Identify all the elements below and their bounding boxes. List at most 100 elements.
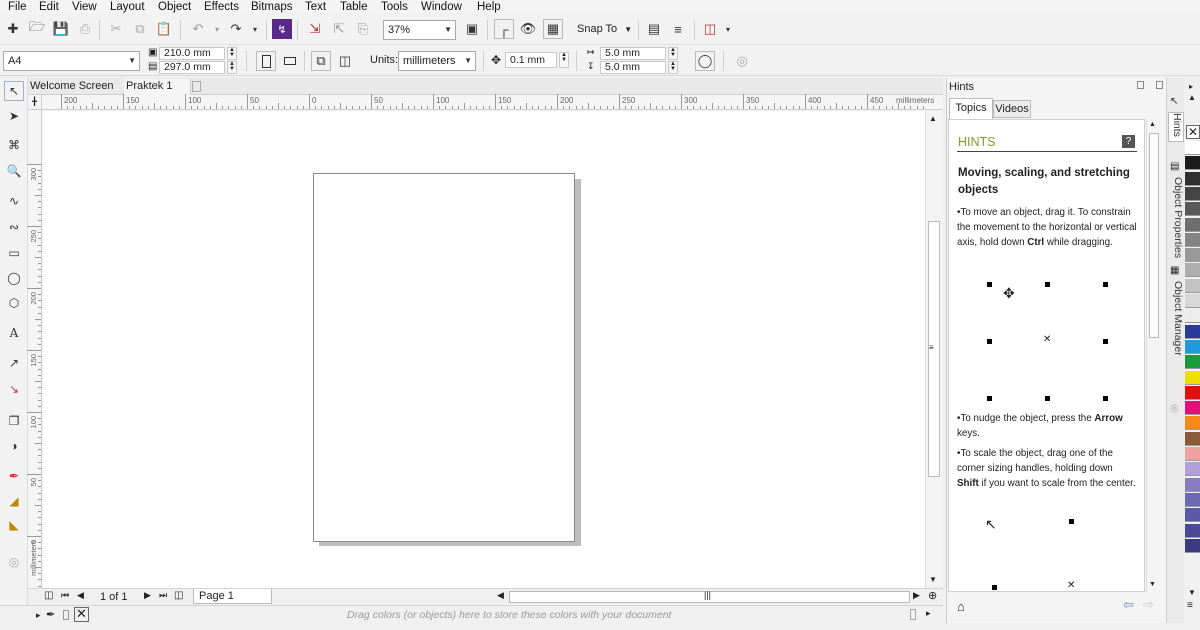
scroll-down-icon[interactable]: ▼ — [929, 575, 937, 584]
hints-back-icon[interactable]: ⇦ — [1123, 597, 1134, 613]
scroll-up-icon[interactable]: ▲ — [929, 114, 937, 123]
color-swatch[interactable] — [1185, 278, 1200, 293]
units-combo[interactable]: millimeters ▼ — [398, 51, 476, 71]
color-swatch[interactable] — [1185, 186, 1200, 201]
polygon-tool-icon[interactable]: ⬡ — [4, 293, 24, 313]
color-swatch[interactable] — [1185, 416, 1200, 431]
color-swatch[interactable] — [1185, 156, 1200, 171]
view-options-icon[interactable]: 👁 — [518, 19, 538, 39]
text-tool-icon[interactable]: A — [4, 323, 24, 343]
color-swatch[interactable] — [1185, 339, 1200, 354]
nudge-spinner[interactable]: ▲ ▼ — [559, 52, 569, 68]
snap-to-button[interactable]: Snap To ▼ — [577, 23, 632, 35]
zoom-fit-icon[interactable]: ▣ — [462, 19, 482, 39]
page-height-field[interactable]: 297.0 mm — [159, 61, 225, 74]
print-icon[interactable]: ⎙ — [75, 19, 95, 39]
hints-forward-icon[interactable]: ⇨ — [1143, 597, 1154, 613]
nudge-distance-field[interactable]: 0.1 mm — [505, 52, 557, 68]
color-swatch[interactable] — [1185, 523, 1200, 538]
no-color-swatch[interactable]: ✕ — [74, 607, 89, 622]
color-swatch[interactable] — [1185, 508, 1200, 523]
palette-scroll-left[interactable] — [910, 609, 916, 620]
scroll-up-icon[interactable]: ▲ — [1149, 121, 1156, 128]
horizontal-ruler[interactable]: 200 150 100 50 0 50 100 150 200 250 300 350 400 450 mi… — [42, 94, 942, 110]
navigator-zoom-icon[interactable]: ⊕ — [928, 589, 937, 602]
vertical-scrollbar[interactable]: ▲ ≡ ▼ — [925, 111, 942, 588]
paste-icon[interactable]: 📋 — [154, 19, 174, 39]
menu-tools[interactable]: Tools — [381, 0, 408, 14]
first-page-icon[interactable]: ⏮ — [61, 590, 69, 601]
vertical-ruler[interactable]: 300 250 200 150 100 50 0 millimeters — [27, 110, 42, 593]
color-swatch[interactable] — [1185, 538, 1200, 553]
color-swatch[interactable] — [1185, 431, 1200, 446]
connector-tool-icon[interactable]: ↘ — [4, 379, 24, 399]
transparency-tool-icon[interactable]: ◑ — [4, 436, 24, 456]
shape-tool-icon[interactable]: ➤ — [4, 106, 24, 126]
drop-shadow-tool-icon[interactable]: ❐ — [4, 411, 24, 431]
hints-home-icon[interactable]: ⌂ — [957, 599, 965, 614]
palette-flyout-icon[interactable]: ▸ — [1189, 82, 1193, 91]
menu-effects[interactable]: Effects — [204, 0, 239, 14]
undo-icon[interactable]: ↶ — [188, 19, 208, 39]
menu-view[interactable]: View — [72, 0, 97, 14]
new-document-icon[interactable]: ✚ — [3, 19, 23, 39]
docker-options-icon[interactable]: ◎ — [1170, 403, 1179, 414]
no-fill-swatch[interactable]: ✕ — [1186, 125, 1200, 139]
color-swatch[interactable] — [1185, 324, 1200, 339]
snap-grid-icon[interactable]: ▦ — [543, 19, 563, 39]
open-folder-icon[interactable]: 🗁 — [27, 19, 47, 39]
color-swatch[interactable] — [1185, 263, 1200, 278]
paper-size-combo[interactable]: A4 ▼ — [3, 51, 140, 71]
palette-edit-icon[interactable] — [63, 610, 69, 620]
menu-bitmaps[interactable]: Bitmaps — [251, 0, 293, 14]
color-swatch[interactable] — [1185, 462, 1200, 477]
color-swatch[interactable] — [1185, 294, 1200, 308]
docker-tab-object-manager[interactable]: Object Manager — [1168, 281, 1184, 373]
tab-topics[interactable]: Topics — [949, 98, 993, 119]
rulers-toggle-icon[interactable]: ┌ — [494, 19, 514, 39]
property-bar-options-icon[interactable]: ◎ — [732, 51, 752, 71]
docker-maximize-icon[interactable] — [1156, 81, 1163, 89]
welcome-screen-icon[interactable]: ▤ — [644, 19, 664, 39]
redo-icon[interactable]: ↷ — [226, 19, 246, 39]
palette-scroll-down-icon[interactable]: ▼ — [1188, 588, 1196, 597]
new-tab-icon[interactable] — [192, 81, 201, 92]
next-page-icon[interactable]: ▶ — [144, 590, 151, 601]
menu-layout[interactable]: Layout — [110, 0, 145, 14]
duplicate-y-field[interactable]: 5.0 mm — [600, 61, 666, 74]
smart-drawing-tool-icon[interactable]: ∾ — [4, 217, 24, 237]
menu-help[interactable]: Help — [477, 0, 501, 14]
pick-tool-icon[interactable]: ↖ — [4, 81, 24, 101]
menu-table[interactable]: Table — [340, 0, 368, 14]
color-swatch[interactable] — [1185, 492, 1200, 507]
menu-edit[interactable]: Edit — [39, 0, 59, 14]
parallel-dimension-tool-icon[interactable]: ↗ — [4, 353, 24, 373]
color-swatch[interactable] — [1185, 141, 1200, 155]
corel-connect-icon[interactable]: ↯ — [272, 19, 292, 39]
treat-as-filled-icon[interactable]: ◯ — [695, 51, 715, 71]
palette-scroll-up-icon[interactable]: ▲ — [1188, 93, 1196, 102]
launcher-dropdown-icon[interactable]: ▾ — [718, 19, 738, 39]
publish-pdf-icon[interactable]: ⎘ — [353, 19, 373, 39]
freehand-tool-icon[interactable]: ∿ — [4, 191, 24, 211]
scroll-right-icon[interactable]: ▶ — [913, 590, 920, 601]
docker-tab-hints[interactable]: Hints — [1168, 112, 1184, 142]
color-swatch[interactable] — [1185, 232, 1200, 247]
smart-fill-tool-icon[interactable]: ◣ — [4, 515, 24, 535]
eyedropper-tool-icon[interactable]: ✒ — [4, 466, 24, 486]
landscape-icon[interactable] — [280, 51, 300, 71]
menu-window[interactable]: Window — [421, 0, 462, 14]
all-pages-icon[interactable]: ⧉ — [311, 51, 331, 71]
drawing-page[interactable] — [313, 173, 575, 542]
redo-dropdown-icon[interactable]: ▾ — [245, 19, 265, 39]
hints-scrollbar[interactable]: ▲ ▼ — [1146, 119, 1160, 592]
color-swatch[interactable] — [1185, 385, 1200, 400]
palette-flyout-icon[interactable]: ▸ — [36, 610, 41, 621]
eyedropper-icon[interactable]: ✒ — [46, 608, 55, 621]
zoom-tool-icon[interactable]: 🔍 — [4, 161, 24, 181]
rectangle-tool-icon[interactable]: ▭ — [4, 243, 24, 263]
color-swatch[interactable] — [1185, 401, 1200, 416]
page-tab-1[interactable]: Page 1 — [193, 589, 272, 604]
ellipse-tool-icon[interactable]: ◯ — [4, 268, 24, 288]
options-icon[interactable]: ≡ — [668, 19, 688, 39]
